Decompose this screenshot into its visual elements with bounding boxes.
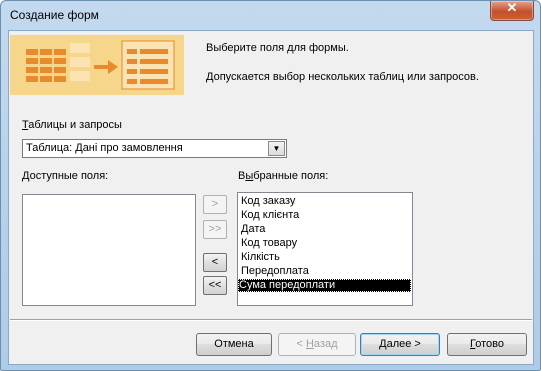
tables-queries-label: Таблицы и запросы	[22, 119, 122, 131]
selected-fields-label: Выбранные поля:	[238, 170, 329, 182]
list-item[interactable]: Код клієнта	[240, 209, 300, 222]
list-item-selected[interactable]: Сума передоплати	[238, 279, 411, 292]
wizard-content: Выберите поля для формы. Допускается выб…	[8, 30, 534, 365]
selected-fields-list[interactable]: Код заказу Код клієнта Дата Код товару К…	[237, 192, 413, 306]
back-button[interactable]: < Назад	[278, 333, 356, 356]
close-icon: ✕	[506, 0, 518, 15]
create-form-wizard-window: Создание форм ✕ Выберите поля для формы.…	[0, 0, 541, 371]
tables-queries-value: Таблица: Дані про замовлення	[26, 142, 183, 154]
close-button[interactable]: ✕	[490, 1, 534, 21]
dropdown-arrow-icon[interactable]: ▼	[268, 141, 285, 156]
list-item[interactable]: Кілкість	[240, 251, 281, 264]
finish-button[interactable]: Готово	[447, 333, 527, 356]
cancel-button[interactable]: Отмена	[196, 333, 272, 356]
available-fields-label: Доступные поля:	[22, 170, 109, 182]
wizard-instruction: Выберите поля для формы.	[206, 42, 349, 54]
footer-divider	[10, 319, 532, 321]
list-item[interactable]: Код заказу	[240, 195, 296, 208]
list-item[interactable]: Передоплата	[240, 265, 310, 278]
remove-field-button[interactable]: <	[203, 253, 227, 272]
add-all-fields-button[interactable]: >>	[203, 220, 227, 239]
add-field-button[interactable]: >	[203, 195, 227, 214]
next-button[interactable]: Далее >	[360, 333, 440, 356]
list-item[interactable]: Код товару	[240, 237, 298, 250]
title-bar[interactable]: Создание форм ✕	[1, 1, 540, 30]
remove-all-fields-button[interactable]: <<	[203, 276, 227, 295]
list-item[interactable]: Дата	[240, 223, 266, 236]
form-wizard-illustration	[10, 35, 184, 95]
tables-queries-combobox[interactable]: Таблица: Дані про замовлення ▼	[22, 139, 287, 158]
wizard-hint: Допускается выбор нескольких таблиц или …	[206, 71, 479, 83]
available-fields-list[interactable]	[22, 194, 196, 306]
window-title: Создание форм	[10, 8, 99, 22]
